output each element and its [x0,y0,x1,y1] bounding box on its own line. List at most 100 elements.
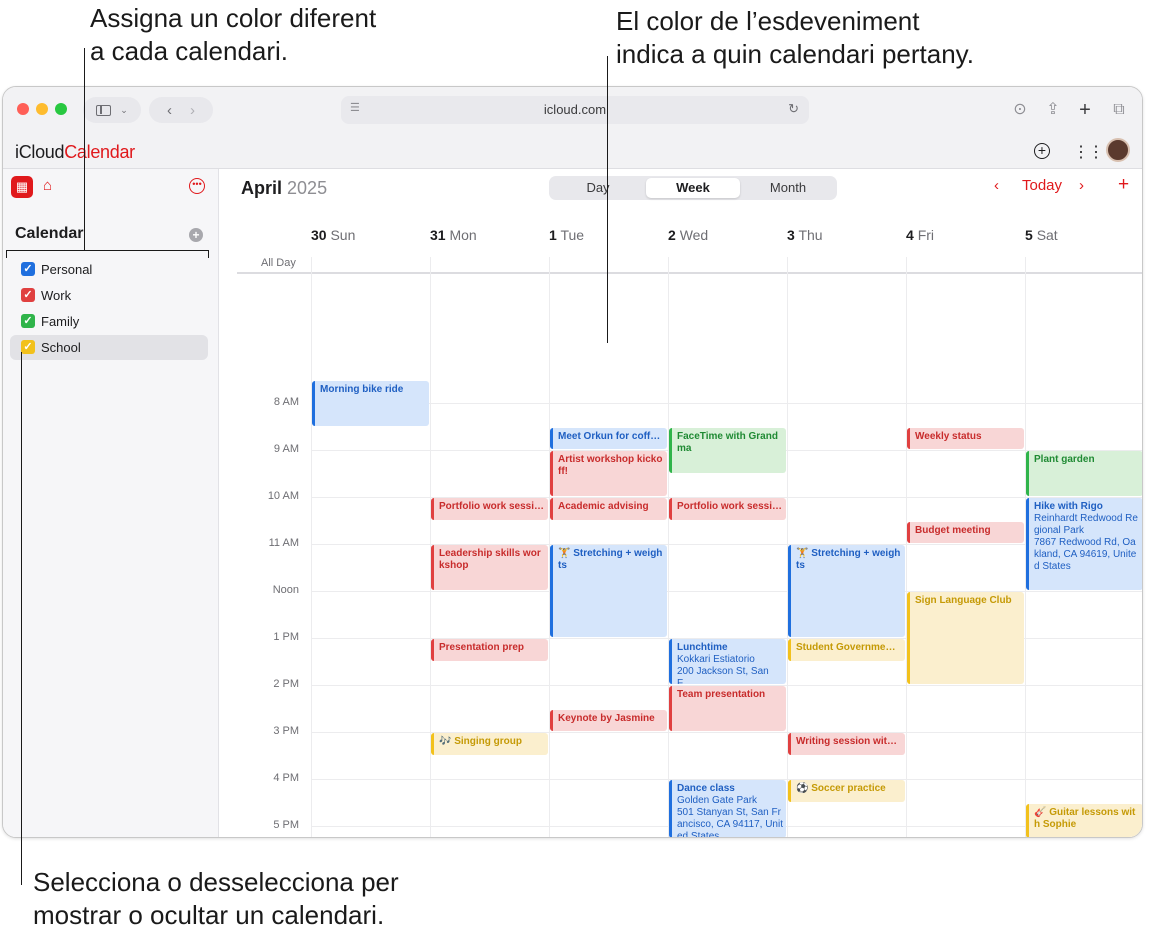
day-number: 31 [430,227,446,243]
view-month-button[interactable]: Month [741,178,835,198]
chevron-down-icon: ⌄ [120,104,128,115]
icloud-logo[interactable]: iCloudCalendar [15,142,135,163]
calendar-label: School [41,340,81,355]
inbox-icon[interactable]: ⌂ [43,177,52,194]
day-header-mon[interactable]: 31 Mon [430,227,477,243]
hour-label: 10 AM [267,490,299,502]
download-icon[interactable]: ⊙ [1008,98,1032,122]
callout-toggle-line1: Selecciona o desselecciona per [33,867,399,897]
view-week-button[interactable]: Week [646,178,740,198]
close-window-button[interactable] [17,103,29,115]
avatar[interactable] [1106,138,1130,162]
zoom-window-button[interactable] [55,103,67,115]
event-red[interactable]: Academic advising [550,498,667,520]
event-red[interactable]: Writing session wit… [788,733,905,755]
calendar-checkbox[interactable]: ✓ [21,288,35,302]
callout-event-color-line1: El color de l’esdeveniment [616,6,920,36]
url-text: icloud.com [543,102,607,117]
reload-icon[interactable]: ↻ [788,101,799,117]
tab-overview-icon[interactable]: ⧉ [1107,98,1131,122]
hour-label: 1 PM [273,631,299,643]
event-yellow[interactable]: 🎶 Singing group [431,733,548,755]
event-yellow[interactable]: 🎸 Guitar lessons with Sophie [1026,803,1142,837]
forward-icon[interactable]: › [190,102,195,119]
event-blue[interactable]: Morning bike ride [312,380,429,426]
event-title: Artist workshop kickoff! [558,454,663,477]
day-number: 30 [311,227,327,243]
day-name: Fri [917,227,935,243]
calendar-checkbox[interactable]: ✓ [21,262,35,276]
day-header-sat[interactable]: 5 Sat [1025,227,1058,243]
address-bar[interactable]: ☰ icloud.com ↻ [341,96,809,124]
calendar-item-personal[interactable]: ✓ Personal [10,257,208,282]
new-event-icon[interactable]: + [1118,174,1129,196]
event-yellow[interactable]: ⚽ Soccer practice [788,780,905,802]
all-day-divider [237,272,1142,274]
event-blue[interactable]: Dance class Golden Gate Park 501 Stanyan … [669,780,786,838]
calendar-checkbox[interactable]: ✓ [21,314,35,328]
event-blue[interactable]: 🏋️ Stretching + weights [788,545,905,637]
today-button[interactable]: Today [1022,177,1062,194]
day-header-wed[interactable]: 2 Wed [668,227,708,243]
calendar-label: Family [41,314,80,329]
hour-label: 2 PM [273,678,299,690]
event-red[interactable]: Keynote by Jasmine [550,709,667,731]
callout-colors-bracket-h [6,250,209,251]
hour-label: 5 PM [273,819,299,831]
callout-colors-bracket-r [208,250,209,258]
day-name: Wed [679,227,709,243]
event-title: Dance class [677,783,735,794]
event-title: Portfolio work sessi… [439,501,545,512]
next-week-icon[interactable]: › [1079,177,1084,194]
event-red[interactable]: Portfolio work sessi… [669,498,786,520]
event-blue[interactable]: 🏋️ Stretching + weights [550,545,667,637]
day-header-thu[interactable]: 3 Thu [787,227,823,243]
event-title: Sign Language Club [915,595,1012,606]
event-blue[interactable]: Meet Orkun for coff… [550,427,667,449]
event-red[interactable]: Budget meeting [907,521,1024,543]
share-icon[interactable]: ⇪ [1041,98,1065,122]
view-day-button[interactable]: Day [551,178,645,198]
callout-colors-line1: Assigna un color diferent [90,3,377,33]
calendar-checkbox[interactable]: ✓ [21,340,35,354]
hour-label: Noon [272,584,299,596]
event-green[interactable]: FaceTime with Grandma [669,427,786,473]
browser-toolbar: ⌄ ‹ › ☰ icloud.com ↻ ⊙ ⇪ + ⧉ [3,87,1142,133]
hour-label: 9 AM [273,443,299,455]
sidebar-toggle-button[interactable]: ⌄ [83,97,141,123]
year: 2025 [287,178,328,198]
back-icon[interactable]: ‹ [167,102,172,119]
day-header-tue[interactable]: 1 Tue [549,227,584,243]
minimize-window-button[interactable] [36,103,48,115]
event-blue[interactable]: Hike with Rigo Reinhardt Redwood Regional… [1026,498,1142,590]
calendar-item-family[interactable]: ✓ Family [10,309,208,334]
event-blue[interactable]: Lunchtime Kokkari Estiatorio 200 Jackson … [669,639,786,684]
event-red[interactable]: Artist workshop kickoff! [550,451,667,496]
calendar-item-school[interactable]: ✓ School [10,335,208,360]
calendar-label: Work [41,288,72,303]
event-red[interactable]: Weekly status [907,427,1024,449]
event-red[interactable]: Leadership skills workshop [431,545,548,590]
event-green[interactable]: Plant garden [1026,451,1142,496]
event-location: Reinhardt Redwood Regional Park 7867 Red… [1034,513,1138,572]
event-red[interactable]: Presentation prep [431,639,548,661]
calendar-icon[interactable]: ▦ [11,176,33,198]
event-red[interactable]: Team presentation [669,686,786,731]
day-header-sun[interactable]: 30 Sun [311,227,355,243]
hour-label: 3 PM [273,725,299,737]
event-location: Golden Gate Park 501 Stanyan St, San Fra… [677,795,783,838]
day-header-fri[interactable]: 4 Fri [906,227,934,243]
calendar-item-work[interactable]: ✓ Work [10,283,208,308]
event-yellow[interactable]: Student Governme… [788,639,905,661]
previous-week-icon[interactable]: ‹ [994,177,999,194]
event-yellow[interactable]: Sign Language Club [907,592,1024,684]
more-options-icon[interactable]: ••• [189,178,205,194]
new-tab-icon[interactable]: + [1073,98,1097,122]
calendar-main: April 2025 Day Week Month ‹ Today › + 30… [219,169,1142,837]
add-calendar-icon[interactable]: + [189,228,203,242]
event-title: Budget meeting [915,524,991,536]
event-red[interactable]: Portfolio work sessi… [431,498,548,520]
event-title: Weekly status [915,430,982,442]
add-icon[interactable]: + [1034,143,1050,159]
callout-colors-line [84,48,85,250]
